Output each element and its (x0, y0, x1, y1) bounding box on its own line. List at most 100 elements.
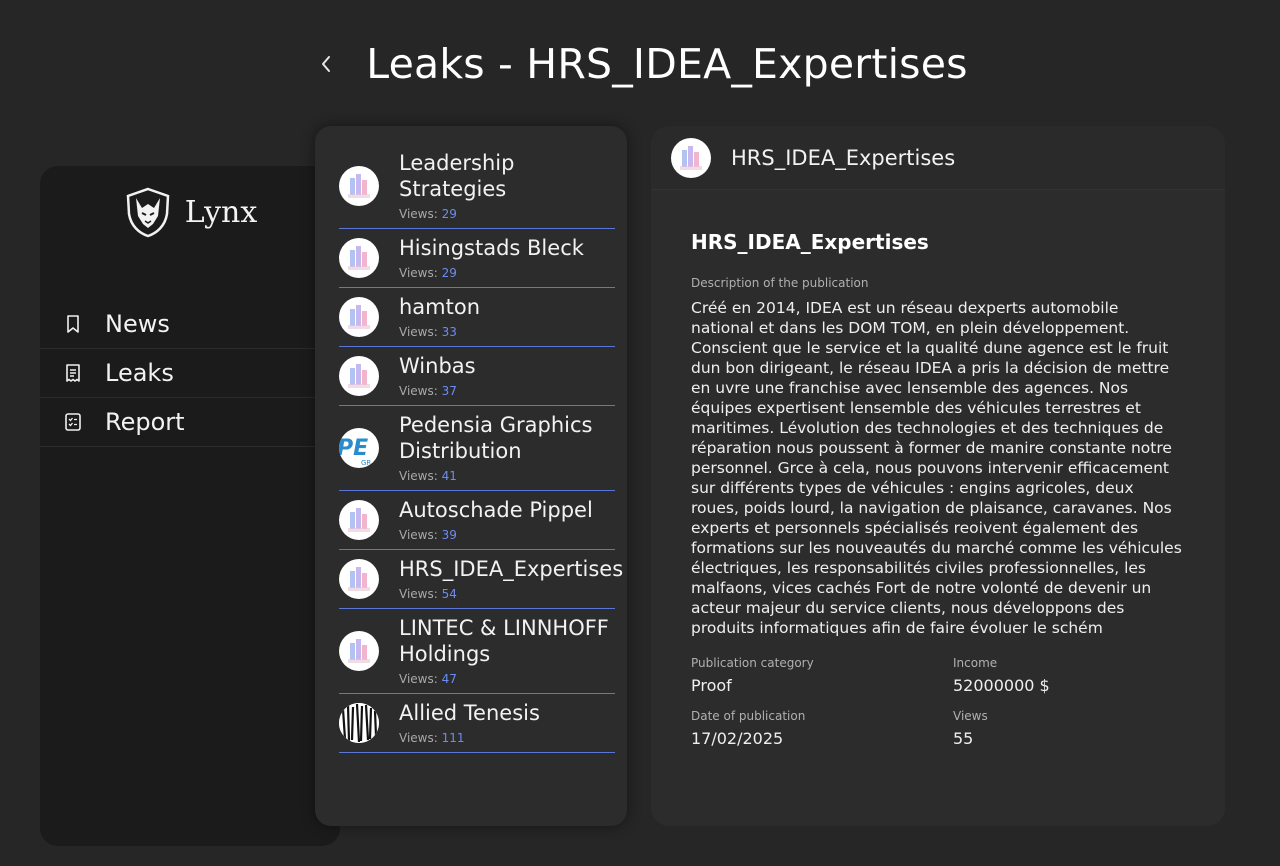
list-item[interactable]: PE GR Pedensia Graphics Distribution Views:… (339, 406, 615, 491)
bar-chart-logo-icon (348, 508, 370, 532)
lynx-logo-icon (126, 187, 170, 238)
bar-chart-logo-icon (348, 364, 370, 388)
list-item-text: Pedensia Graphics Distribution Views: 41 (399, 412, 615, 484)
bar-chart-logo-icon (348, 639, 370, 663)
income-label: Income (953, 656, 998, 670)
category-field: Publication category Proof (691, 656, 953, 695)
company-logo (339, 703, 379, 743)
list-item-name: Leadership Strategies (399, 151, 515, 201)
company-logo: PE GR (339, 428, 379, 468)
views-label: Views: (399, 325, 438, 339)
sidebar-item-label: News (105, 310, 170, 338)
views-count: 54 (441, 587, 457, 601)
list-item-text: Autoschade Pippel Views: 39 (399, 497, 615, 543)
list-item-text: Leadership Strategies Views: 29 (399, 150, 615, 222)
views-label: Views: (399, 207, 438, 221)
list-item-name: hamton (399, 295, 481, 319)
list-item-text: hamton Views: 33 (399, 294, 615, 340)
checklist-icon (65, 413, 81, 431)
views-label: Views (953, 709, 988, 723)
list-item-views: Views: 29 (399, 206, 615, 222)
bar-chart-logo-icon (348, 305, 370, 329)
sidebar-item-label: Report (105, 408, 185, 436)
pg-logo-icon: PEGR (339, 436, 371, 467)
sidebar-item-news[interactable]: News (40, 300, 340, 349)
list-item[interactable]: HRS_IDEA_Expertises Views: 54 (339, 550, 624, 609)
list-item-text: HRS_IDEA_Expertises Views: 54 (399, 556, 624, 602)
company-logo (671, 137, 711, 178)
company-logo (339, 559, 379, 599)
list-item-name: Hisingstads Bleck (399, 236, 584, 260)
date-value: 17/02/2025 (691, 729, 784, 748)
bar-chart-logo-icon (680, 145, 702, 170)
list-item[interactable]: Autoschade Pippel Views: 39 (339, 491, 615, 550)
brand-name: Lynx (184, 194, 258, 230)
views-count: 37 (441, 384, 457, 398)
list-item-text: Allied Tenesis Views: 111 (399, 700, 615, 746)
list-item-views: Views: 29 (399, 265, 615, 281)
list-item[interactable]: Leadership Strategies Views: 29 (339, 144, 615, 229)
views-count: 39 (441, 528, 457, 542)
views-count: 47 (441, 672, 457, 686)
list-item-name: HRS_IDEA_Expertises (399, 557, 624, 581)
description-text: Créé en 2014, IDEA est un réseau dexpert… (691, 299, 1182, 637)
page: Leaks - HRS_IDEA_Expertises Lynx News Le… (0, 0, 1280, 866)
views-label: Views: (399, 469, 438, 483)
views-label: Views: (399, 528, 438, 542)
list-item[interactable]: LINTEC & LINNHOFF Holdings Views: 47 (339, 609, 615, 694)
list-item-views: Views: 54 (399, 586, 615, 602)
date-label: Date of publication (691, 709, 806, 723)
views-label: Views: (399, 587, 438, 601)
brand[interactable]: Lynx (40, 166, 340, 258)
detail-title: HRS_IDEA_Expertises (691, 230, 929, 254)
category-value: Proof (691, 676, 732, 695)
list-item-name: Pedensia Graphics Distribution (399, 413, 593, 463)
views-label: Views: (399, 731, 438, 745)
category-label: Publication category (691, 656, 814, 670)
list-item-text: LINTEC & LINNHOFF Holdings Views: 47 (399, 615, 615, 687)
sidebar-item-label: Leaks (105, 359, 174, 387)
list-item[interactable]: hamton Views: 33 (339, 288, 615, 347)
views-label: Views: (399, 672, 438, 686)
company-logo (339, 238, 379, 278)
company-logo (339, 297, 379, 337)
views-count: 41 (441, 469, 457, 483)
list-item-name: Allied Tenesis (399, 701, 540, 725)
list-item-views: Views: 39 (399, 527, 615, 543)
income-value: 52000000 $ (953, 676, 1050, 695)
list-item-views: Views: 47 (399, 671, 615, 687)
company-logo (339, 500, 379, 540)
detail-company-name: HRS_IDEA_Expertises (731, 145, 956, 170)
detail-body: HRS_IDEA_Expertises Description of the p… (651, 190, 1225, 748)
date-field: Date of publication 17/02/2025 (691, 709, 953, 748)
views-label: Views: (399, 384, 438, 398)
sidebar-item-report[interactable]: Report (40, 398, 340, 447)
back-button[interactable] (312, 50, 340, 78)
company-logo (339, 356, 379, 396)
page-title: Leaks - HRS_IDEA_Expertises (366, 40, 968, 88)
sidebar: Lynx News Leaks Report (40, 166, 340, 846)
list-item[interactable]: Hisingstads Bleck Views: 29 (339, 229, 615, 288)
leak-detail-panel: HRS_IDEA_Expertises HRS_IDEA_Expertises … (651, 126, 1225, 826)
company-logo (339, 631, 379, 671)
list-item-views: Views: 37 (399, 383, 615, 399)
svg-text:GR: GR (361, 459, 371, 467)
meta-grid: Publication category Proof Income 520000… (691, 656, 1185, 748)
bookmark-icon (67, 315, 79, 333)
views-label: Views: (399, 266, 438, 280)
list-item-name: Autoschade Pippel (399, 498, 593, 522)
list-item-views: Views: 111 (399, 730, 615, 746)
page-header: Leaks - HRS_IDEA_Expertises (0, 36, 1280, 92)
leak-list-panel[interactable]: Leadership Strategies Views: 29 Hisingstad… (315, 126, 627, 826)
svg-text:PE: PE (339, 436, 368, 461)
sidebar-nav: News Leaks Report (40, 300, 340, 447)
sidebar-item-leaks[interactable]: Leaks (40, 349, 340, 398)
list-item-text: Winbas Views: 37 (399, 353, 615, 399)
list-item[interactable]: Allied Tenesis Views: 111 (339, 694, 615, 753)
list-item-name: Winbas (399, 354, 476, 378)
list-item-views: Views: 33 (399, 324, 615, 340)
list-item-views: Views: 41 (399, 468, 615, 484)
stripes-logo-icon (339, 703, 379, 743)
list-item[interactable]: Winbas Views: 37 (339, 347, 615, 406)
detail-header: HRS_IDEA_Expertises (651, 126, 1225, 190)
